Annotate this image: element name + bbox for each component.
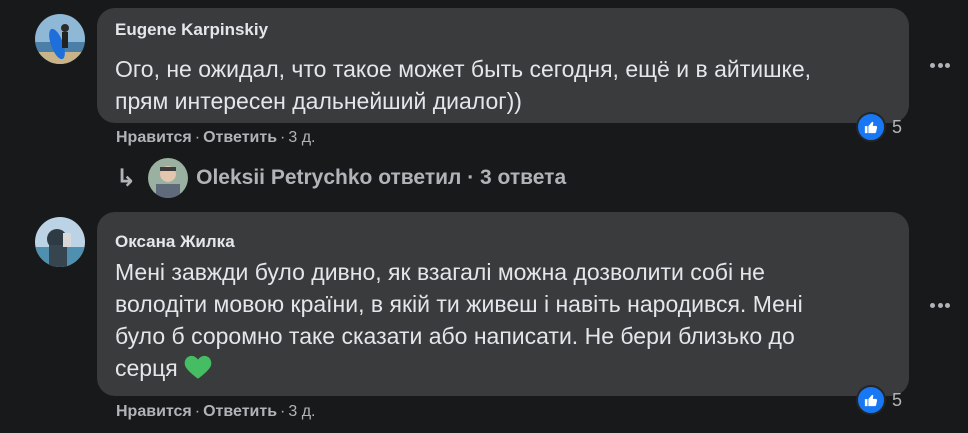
- replies-text: Oleksii Petrychko ответил · 3 ответа: [196, 166, 567, 189]
- timestamp[interactable]: 3 д.: [288, 129, 315, 146]
- avatar: [148, 158, 189, 198]
- view-replies-link[interactable]: ↳ Oleksii Petrychko ответил · 3 ответа: [116, 158, 566, 198]
- comment-bubble: Eugene Karpinskiy Ого, не ожидал, что та…: [97, 8, 909, 123]
- more-options-icon[interactable]: [930, 62, 950, 68]
- reaction-count: 5: [892, 116, 903, 137]
- reply-button[interactable]: Ответить: [203, 129, 277, 146]
- reaction-summary[interactable]: 5: [856, 385, 902, 415]
- like-icon: [856, 385, 886, 415]
- like-button[interactable]: Нравится: [116, 403, 192, 420]
- comment-bubble: Оксана Жилка Мені завжди було дивно, як …: [97, 212, 909, 396]
- timestamp[interactable]: 3 д.: [288, 403, 315, 420]
- more-options-icon[interactable]: [930, 302, 950, 308]
- reply-button[interactable]: Ответить: [203, 403, 277, 420]
- comment-text: Мені завжди було дивно, як взагалі можна…: [115, 256, 803, 388]
- avatar[interactable]: [35, 217, 85, 267]
- comment-text: Ого, не ожидал, что такое может быть сег…: [115, 56, 812, 114]
- comment-actions: Нравится · Ответить · 3 д.: [116, 129, 316, 146]
- comment-author[interactable]: Оксана Жилка: [115, 232, 235, 252]
- like-button[interactable]: Нравится: [116, 129, 192, 146]
- comment-actions: Нравится · Ответить · 3 д.: [116, 403, 316, 420]
- reaction-count: 5: [892, 389, 903, 410]
- avatar[interactable]: [35, 14, 85, 64]
- like-icon: [856, 112, 886, 142]
- green-heart-icon: [184, 354, 212, 388]
- comment-author[interactable]: Eugene Karpinskiy: [115, 20, 268, 40]
- reply-arrow-icon: ↳: [116, 164, 137, 192]
- reaction-summary[interactable]: 5: [856, 112, 902, 142]
